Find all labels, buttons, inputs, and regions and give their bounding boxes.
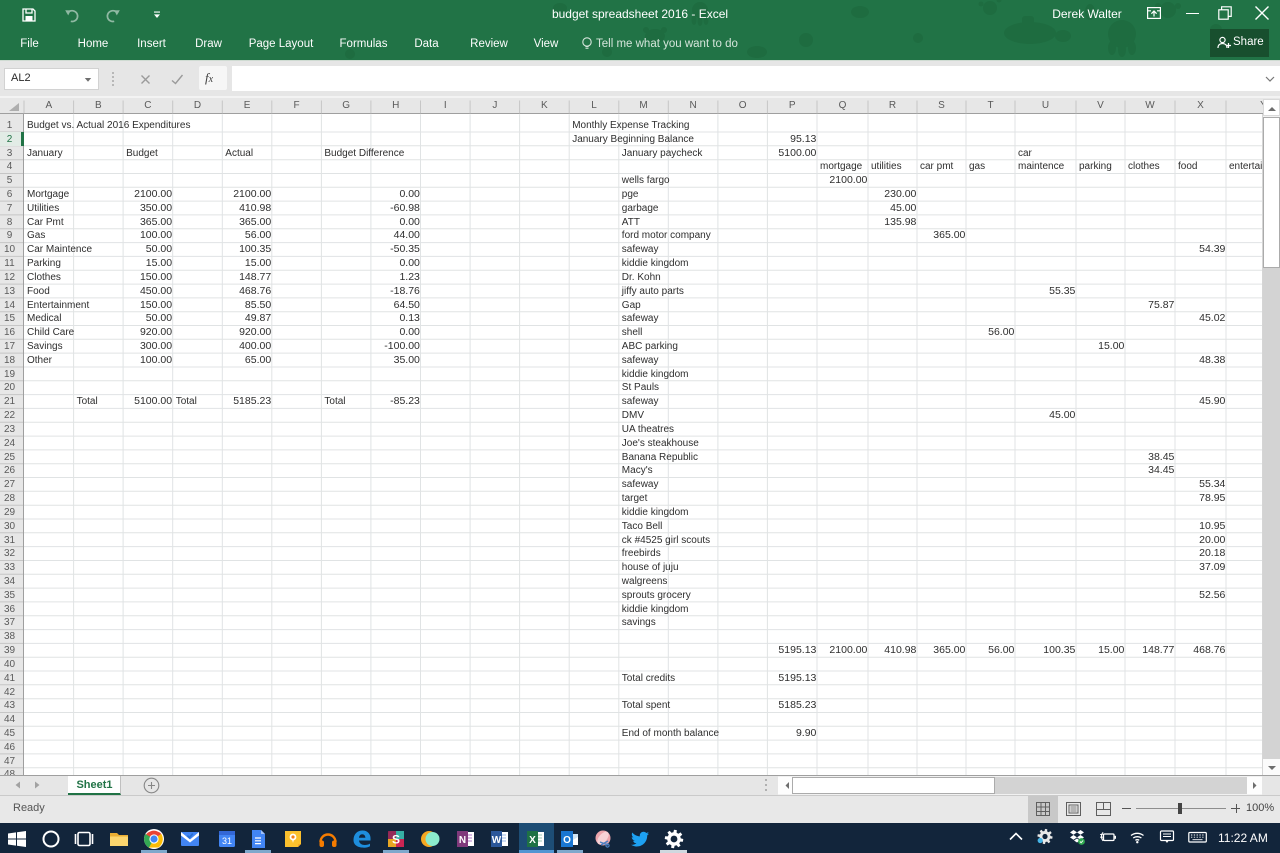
svg-text:X: X xyxy=(529,835,536,846)
svg-text:O: O xyxy=(563,835,571,846)
svg-text:31: 31 xyxy=(222,836,232,846)
svg-text:N: N xyxy=(459,835,466,846)
svg-text:S: S xyxy=(392,833,400,847)
svg-text:W: W xyxy=(492,835,502,846)
